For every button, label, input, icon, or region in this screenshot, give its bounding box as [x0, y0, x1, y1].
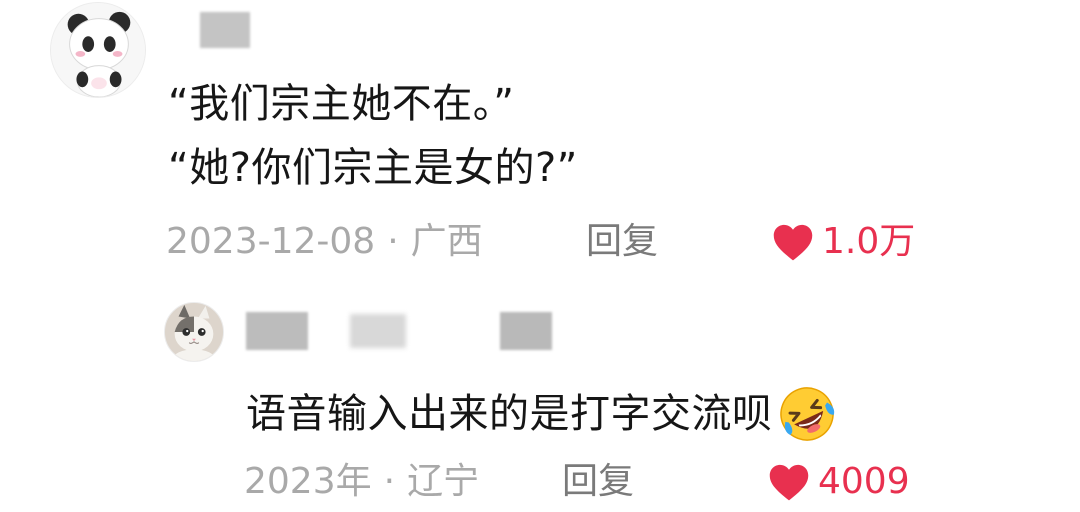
meta-separator: ·: [383, 461, 396, 502]
replier-username-part[interactable]: [350, 314, 406, 348]
cat-avatar-icon: [165, 303, 223, 361]
like-count: 1.0万: [822, 221, 916, 262]
comment-date: 2023-12-08: [166, 221, 376, 262]
replier-username-part[interactable]: [500, 312, 552, 350]
reply-text: 语音输入出来的是打字交流呗: [246, 382, 839, 446]
heart-icon: [769, 464, 809, 501]
reply-location: 辽宁: [407, 461, 480, 502]
reply-text-content: 语音输入出来的是打字交流呗: [246, 391, 773, 437]
reply-button[interactable]: 回复: [586, 220, 658, 264]
commenter-username[interactable]: [200, 12, 250, 48]
like-button[interactable]: 1.0万: [772, 220, 915, 264]
replier-username-part[interactable]: [246, 312, 308, 350]
reply-button[interactable]: 回复: [562, 460, 634, 504]
comment-meta: 2023-12-08 · 广西: [166, 220, 483, 264]
commenter-avatar[interactable]: [50, 2, 146, 98]
reply-date: 2023年: [244, 461, 372, 502]
rolling-laughing-emoji-icon: [779, 387, 834, 441]
reply-meta: 2023年 · 辽宁: [244, 460, 479, 504]
meta-separator: ·: [387, 221, 399, 262]
panda-avatar-icon: [51, 3, 145, 97]
like-count: 4009: [818, 461, 910, 502]
replier-avatar[interactable]: [164, 302, 224, 362]
comment-location: 广西: [410, 221, 483, 262]
heart-icon: [773, 224, 813, 261]
like-button[interactable]: 4009: [768, 460, 910, 504]
comment-line: “我们宗主她不在。”: [168, 81, 515, 127]
comment-line: “她?你们宗主是女的?”: [168, 145, 578, 191]
